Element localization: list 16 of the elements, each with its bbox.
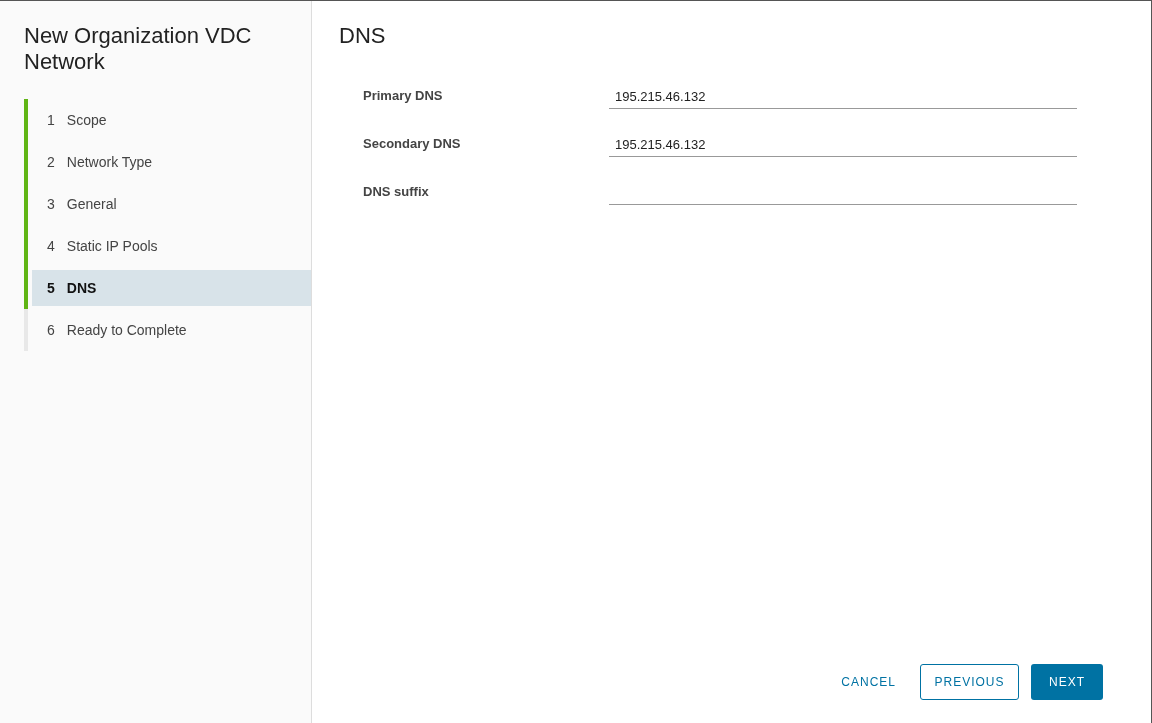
next-button[interactable]: NEXT — [1031, 664, 1103, 700]
wizard-title: New Organization VDC Network — [23, 23, 253, 75]
wizard-step[interactable]: 4 Static IP Pools — [32, 228, 311, 264]
cancel-button[interactable]: CANCEL — [829, 664, 908, 700]
input-field[interactable]: 195.215.46.132 — [609, 133, 1077, 157]
field-label: Secondary DNS — [363, 134, 462, 153]
wizard-step[interactable]: 6 Ready to Complete — [32, 312, 311, 348]
field-label: DNS suffix — [363, 182, 430, 201]
field-label: Primary DNS — [363, 86, 444, 105]
previous-button[interactable]: PREVIOUS — [920, 664, 1019, 700]
wizard-step[interactable]: 1 Scope — [32, 102, 311, 138]
page-title: DNS — [339, 23, 387, 49]
wizard-step[interactable]: 2 Network Type — [32, 144, 311, 180]
wizard-step[interactable]: 5 DNS — [32, 270, 311, 306]
wizard-step[interactable]: 3 General — [32, 186, 311, 222]
input-field[interactable]: 195.215.46.132 — [609, 85, 1077, 109]
